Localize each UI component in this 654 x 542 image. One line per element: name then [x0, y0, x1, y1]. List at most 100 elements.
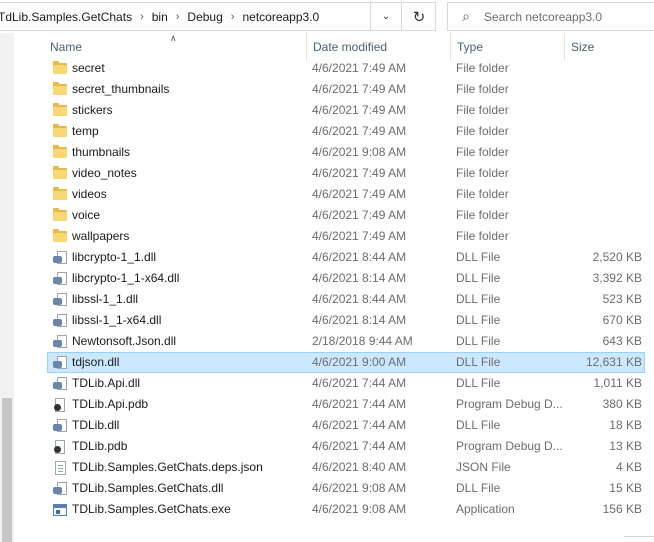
- file-size: [570, 142, 642, 163]
- file-date-modified: 4/6/2021 9:08 AM: [312, 481, 407, 495]
- file-row[interactable]: tdjson.dll 4/6/2021 9:00 AM DLL File 12,631…: [14, 352, 654, 373]
- breadcrumb-item[interactable]: Debug: [183, 10, 226, 24]
- breadcrumb-separator-icon[interactable]: ›: [136, 11, 148, 23]
- file-size: [570, 205, 642, 226]
- pdb-icon: [51, 394, 69, 415]
- file-type: Program Debug D...: [456, 397, 563, 411]
- file-list: secret 4/6/2021 7:49 AM File folder secret_…: [14, 58, 654, 520]
- file-row[interactable]: voice 4/6/2021 7:49 AM File folder: [14, 205, 654, 226]
- file-type: File folder: [456, 208, 509, 222]
- file-name[interactable]: TDLib.Samples.GetChats.deps.json: [72, 457, 304, 478]
- file-row[interactable]: TDLib.Api.pdb 4/6/2021 7:44 AM Program Deb…: [14, 394, 654, 415]
- dll-icon: [51, 331, 69, 352]
- file-name[interactable]: libcrypto-1_1.dll: [72, 247, 304, 268]
- scrollbar-thumb[interactable]: [2, 398, 12, 542]
- file-size: 2,520 KB: [592, 250, 642, 264]
- file-name[interactable]: libcrypto-1_1-x64.dll: [72, 268, 304, 289]
- file-row[interactable]: TDLib.Api.dll 4/6/2021 7:44 AM DLL File 1,0…: [14, 373, 654, 394]
- scroll-corner: [624, 536, 654, 542]
- file-row[interactable]: thumbnails 4/6/2021 9:08 AM File folder: [14, 142, 654, 163]
- file-row[interactable]: secret_thumbnails 4/6/2021 7:49 AM File fo…: [14, 79, 654, 100]
- file-name[interactable]: TDLib.Api.pdb: [72, 394, 304, 415]
- file-date-modified: 4/6/2021 7:49 AM: [312, 187, 407, 201]
- file-size: 523 KB: [602, 292, 642, 306]
- breadcrumb-item[interactable]: TdLib.Samples.GetChats: [0, 10, 136, 24]
- file-row[interactable]: libcrypto-1_1-x64.dll 4/6/2021 8:14 AM DLL…: [14, 268, 654, 289]
- file-row[interactable]: libssl-1_1-x64.dll 4/6/2021 8:14 AM DLL Fi…: [14, 310, 654, 331]
- file-type: DLL File: [456, 355, 501, 369]
- breadcrumb-item[interactable]: bin: [148, 10, 172, 24]
- file-size: 12,631 KB: [585, 355, 642, 369]
- file-row[interactable]: TDLib.Samples.GetChats.deps.json 4/6/2021…: [14, 457, 654, 478]
- file-row[interactable]: stickers 4/6/2021 7:49 AM File folder: [14, 100, 654, 121]
- file-type: File folder: [456, 82, 509, 96]
- file-name[interactable]: libssl-1_1.dll: [72, 289, 304, 310]
- folder-icon: [51, 184, 69, 205]
- file-size: 3,392 KB: [592, 271, 642, 285]
- folder-icon: [51, 226, 69, 247]
- file-type: File folder: [456, 61, 509, 75]
- file-name[interactable]: thumbnails: [72, 142, 304, 163]
- file-date-modified: 4/6/2021 7:49 AM: [312, 103, 407, 117]
- file-list-scrollbar[interactable]: [624, 33, 654, 542]
- dll-icon: [51, 247, 69, 268]
- file-name[interactable]: wallpapers: [72, 226, 304, 247]
- file-name[interactable]: voice: [72, 205, 304, 226]
- file-date-modified: 4/6/2021 9:08 AM: [312, 145, 407, 159]
- file-date-modified: 4/6/2021 8:44 AM: [312, 250, 407, 264]
- column-header-type[interactable]: Type: [450, 33, 564, 61]
- folder-icon: [51, 100, 69, 121]
- chevron-down-icon[interactable]: ⌄: [370, 2, 402, 31]
- file-date-modified: 4/6/2021 7:49 AM: [312, 208, 407, 222]
- file-date-modified: 4/6/2021 7:44 AM: [312, 376, 407, 390]
- file-name[interactable]: secret: [72, 58, 304, 79]
- breadcrumb-item[interactable]: netcoreapp3.0: [238, 10, 323, 24]
- file-row[interactable]: TDLib.Samples.GetChats.dll 4/6/2021 9:08 …: [14, 478, 654, 499]
- file-size: 670 KB: [602, 313, 642, 327]
- file-date-modified: 2/18/2018 9:44 AM: [312, 334, 413, 348]
- file-name[interactable]: Newtonsoft.Json.dll: [72, 331, 304, 352]
- refresh-icon[interactable]: ↻: [403, 2, 436, 31]
- file-name[interactable]: TDLib.dll: [72, 415, 304, 436]
- navigation-pane-scrollbar[interactable]: [0, 33, 14, 542]
- file-name[interactable]: TDLib.Samples.GetChats.exe: [72, 499, 304, 520]
- file-row[interactable]: TDLib.pdb 4/6/2021 7:44 AM Program Debug D…: [14, 436, 654, 457]
- breadcrumb-separator-icon[interactable]: ›: [227, 11, 239, 23]
- file-row[interactable]: temp 4/6/2021 7:49 AM File folder: [14, 121, 654, 142]
- file-type: Program Debug D...: [456, 439, 563, 453]
- file-name[interactable]: video_notes: [72, 163, 304, 184]
- address-bar[interactable]: TdLib.Samples.GetChats › bin › Debug › n…: [0, 2, 402, 31]
- file-type: DLL File: [456, 313, 501, 327]
- file-size: [570, 121, 642, 142]
- file-row[interactable]: video_notes 4/6/2021 7:49 AM File folder: [14, 163, 654, 184]
- file-name[interactable]: videos: [72, 184, 304, 205]
- file-row[interactable]: secret 4/6/2021 7:49 AM File folder: [14, 58, 654, 79]
- file-name[interactable]: secret_thumbnails: [72, 79, 304, 100]
- file-row[interactable]: libcrypto-1_1.dll 4/6/2021 8:44 AM DLL Fil…: [14, 247, 654, 268]
- column-header-date-modified[interactable]: Date modified: [306, 33, 450, 61]
- file-type: DLL File: [456, 376, 501, 390]
- file-name[interactable]: TDLib.pdb: [72, 436, 304, 457]
- search-input[interactable]: ⌕ Search netcoreapp3.0: [447, 2, 654, 31]
- file-size: [570, 163, 642, 184]
- file-row[interactable]: TDLib.dll 4/6/2021 7:44 AM DLL File 18 KB: [14, 415, 654, 436]
- column-header-name[interactable]: Name: [44, 33, 306, 61]
- file-name[interactable]: temp: [72, 121, 304, 142]
- file-name[interactable]: TDLib.Samples.GetChats.dll: [72, 478, 304, 499]
- file-row[interactable]: libssl-1_1.dll 4/6/2021 8:44 AM DLL File 52…: [14, 289, 654, 310]
- breadcrumb-separator-icon[interactable]: ›: [172, 11, 184, 23]
- file-size: 156 KB: [602, 502, 642, 516]
- file-date-modified: 4/6/2021 7:44 AM: [312, 397, 407, 411]
- file-size: 1,011 KB: [593, 376, 642, 390]
- file-row[interactable]: videos 4/6/2021 7:49 AM File folder: [14, 184, 654, 205]
- file-row[interactable]: TDLib.Samples.GetChats.exe 4/6/2021 9:08 …: [14, 499, 654, 520]
- file-type: DLL File: [456, 418, 501, 432]
- file-name[interactable]: stickers: [72, 100, 304, 121]
- folder-icon: [51, 205, 69, 226]
- file-name[interactable]: libssl-1_1-x64.dll: [72, 310, 304, 331]
- file-row[interactable]: Newtonsoft.Json.dll 2/18/2018 9:44 AM DLL …: [14, 331, 654, 352]
- file-row[interactable]: wallpapers 4/6/2021 7:49 AM File folder: [14, 226, 654, 247]
- column-header-size[interactable]: Size: [564, 33, 654, 61]
- file-name[interactable]: tdjson.dll: [72, 352, 304, 373]
- file-name[interactable]: TDLib.Api.dll: [72, 373, 304, 394]
